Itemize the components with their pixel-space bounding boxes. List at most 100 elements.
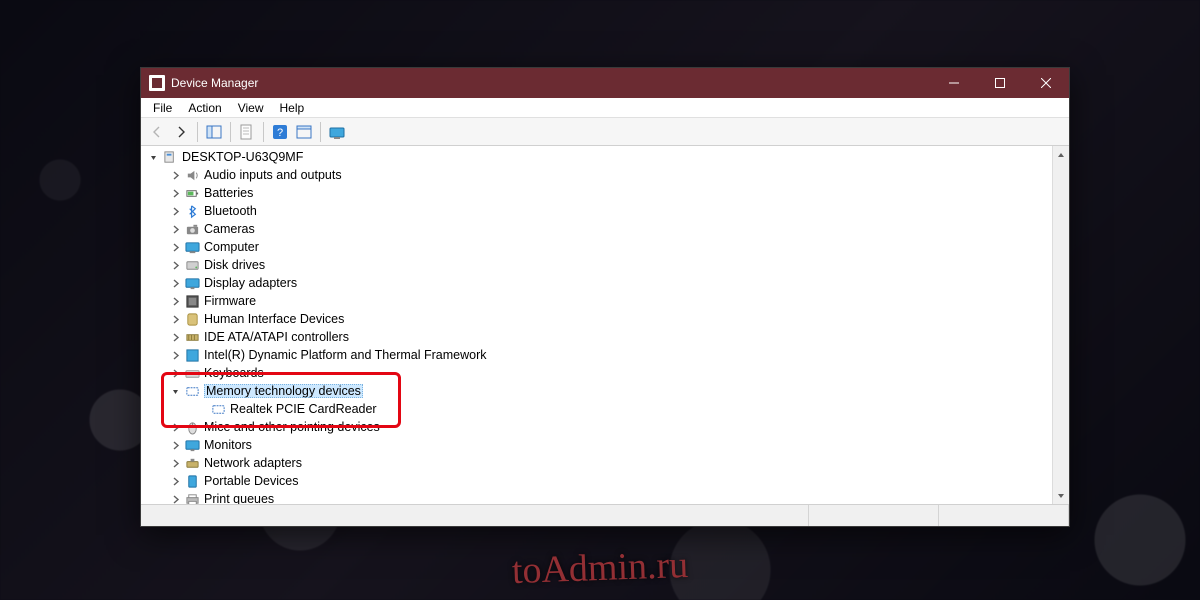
tree-item-label: Firmware xyxy=(204,294,256,308)
client-area: DESKTOP-U63Q9MF Audio inputs and outputs B… xyxy=(141,146,1069,504)
close-button[interactable] xyxy=(1023,68,1069,98)
tree-item-label: Memory technology devices xyxy=(204,384,363,398)
tree-item[interactable]: Print queues xyxy=(145,490,1052,504)
tree-item[interactable]: Monitors xyxy=(145,436,1052,454)
tree-item-label: Display adapters xyxy=(204,276,297,290)
tree-item[interactable]: Bluetooth xyxy=(145,202,1052,220)
expand-chevron-icon[interactable] xyxy=(169,349,181,361)
status-bar xyxy=(141,504,1069,526)
tree-item-label: Monitors xyxy=(204,438,252,452)
computer-icon xyxy=(162,149,178,165)
expand-chevron-icon[interactable] xyxy=(169,439,181,451)
menu-bar: File Action View Help xyxy=(141,98,1069,118)
tree-item-label: Realtek PCIE CardReader xyxy=(230,402,377,416)
expand-chevron-icon[interactable] xyxy=(169,421,181,433)
expand-chevron-icon[interactable] xyxy=(169,241,181,253)
menu-file[interactable]: File xyxy=(145,99,180,117)
tree-item[interactable]: IDE ATA/ATAPI controllers xyxy=(145,328,1052,346)
tree-item[interactable]: Human Interface Devices xyxy=(145,310,1052,328)
tree-item[interactable]: Keyboards xyxy=(145,364,1052,382)
scan-hardware-button[interactable] xyxy=(292,120,316,144)
show-hide-tree-button[interactable] xyxy=(202,120,226,144)
tree-item-label: Audio inputs and outputs xyxy=(204,168,342,182)
tree-item-label: Cameras xyxy=(204,222,255,236)
tree-item[interactable]: Firmware xyxy=(145,292,1052,310)
tree-item-label: Batteries xyxy=(204,186,253,200)
tree-item[interactable]: Cameras xyxy=(145,220,1052,238)
tree-item[interactable]: Display adapters xyxy=(145,274,1052,292)
menu-view[interactable]: View xyxy=(230,99,272,117)
tree-root[interactable]: DESKTOP-U63Q9MF xyxy=(145,148,1052,166)
expand-chevron-icon[interactable] xyxy=(169,259,181,271)
toolbar-separator xyxy=(197,122,198,142)
memtech-icon xyxy=(210,401,226,417)
portable-icon xyxy=(184,473,200,489)
expand-chevron-icon[interactable] xyxy=(169,313,181,325)
scroll-track[interactable] xyxy=(1053,163,1069,487)
audio-icon xyxy=(184,167,200,183)
battery-icon xyxy=(184,185,200,201)
tree-root-label: DESKTOP-U63Q9MF xyxy=(182,150,303,164)
titlebar[interactable]: Device Manager xyxy=(141,68,1069,98)
expand-chevron-icon[interactable] xyxy=(169,205,181,217)
expand-chevron-icon[interactable] xyxy=(169,187,181,199)
expand-chevron-icon[interactable] xyxy=(169,331,181,343)
tree-item[interactable]: Computer xyxy=(145,238,1052,256)
update-driver-button[interactable] xyxy=(325,120,349,144)
vertical-scrollbar[interactable] xyxy=(1052,146,1069,504)
expand-chevron-icon[interactable] xyxy=(147,151,159,163)
device-tree[interactable]: DESKTOP-U63Q9MF Audio inputs and outputs B… xyxy=(141,146,1052,504)
scroll-down-arrow[interactable] xyxy=(1053,487,1069,504)
tree-item-label: Network adapters xyxy=(204,456,302,470)
tree-child-item[interactable]: Realtek PCIE CardReader xyxy=(145,400,1052,418)
minimize-button[interactable] xyxy=(931,68,977,98)
scroll-up-arrow[interactable] xyxy=(1053,146,1069,163)
firmware-icon xyxy=(184,293,200,309)
expand-chevron-icon[interactable] xyxy=(169,475,181,487)
menu-action[interactable]: Action xyxy=(180,99,229,117)
window-title: Device Manager xyxy=(171,76,258,90)
keyboard-icon xyxy=(184,365,200,381)
expand-chevron-icon[interactable] xyxy=(169,385,181,397)
expand-chevron-icon[interactable] xyxy=(169,223,181,235)
tree-item-label: Mice and other pointing devices xyxy=(204,420,380,434)
expand-chevron-icon[interactable] xyxy=(169,457,181,469)
expand-chevron-icon[interactable] xyxy=(169,295,181,307)
expand-chevron-icon[interactable] xyxy=(169,277,181,289)
tree-item[interactable]: Batteries xyxy=(145,184,1052,202)
hid-icon xyxy=(184,311,200,327)
back-button[interactable] xyxy=(145,120,169,144)
tree-item-label: Disk drives xyxy=(204,258,265,272)
toolbar-separator xyxy=(263,122,264,142)
forward-button[interactable] xyxy=(169,120,193,144)
bluetooth-icon xyxy=(184,203,200,219)
tree-item-label: Human Interface Devices xyxy=(204,312,344,326)
tree-item-label: Bluetooth xyxy=(204,204,257,218)
toolbar-separator xyxy=(230,122,231,142)
tree-item[interactable]: Audio inputs and outputs xyxy=(145,166,1052,184)
status-cell xyxy=(939,505,1069,526)
menu-help[interactable]: Help xyxy=(272,99,313,117)
camera-icon xyxy=(184,221,200,237)
expand-chevron-icon[interactable] xyxy=(169,493,181,504)
toolbar-separator xyxy=(320,122,321,142)
printer-icon xyxy=(184,491,200,504)
network-icon xyxy=(184,455,200,471)
tree-item-label: Portable Devices xyxy=(204,474,299,488)
tree-item[interactable]: Network adapters xyxy=(145,454,1052,472)
tree-item[interactable]: Disk drives xyxy=(145,256,1052,274)
svg-text:?: ? xyxy=(277,127,283,139)
expand-chevron-icon[interactable] xyxy=(169,169,181,181)
maximize-button[interactable] xyxy=(977,68,1023,98)
app-icon xyxy=(149,75,165,91)
help-button[interactable]: ? xyxy=(268,120,292,144)
properties-button[interactable] xyxy=(235,120,259,144)
tree-item-label: Intel(R) Dynamic Platform and Thermal Fr… xyxy=(204,348,486,362)
disk-icon xyxy=(184,257,200,273)
tree-item[interactable]: Memory technology devices xyxy=(145,382,1052,400)
mouse-icon xyxy=(184,419,200,435)
expand-chevron-icon[interactable] xyxy=(169,367,181,379)
tree-item[interactable]: Intel(R) Dynamic Platform and Thermal Fr… xyxy=(145,346,1052,364)
tree-item[interactable]: Mice and other pointing devices xyxy=(145,418,1052,436)
tree-item[interactable]: Portable Devices xyxy=(145,472,1052,490)
